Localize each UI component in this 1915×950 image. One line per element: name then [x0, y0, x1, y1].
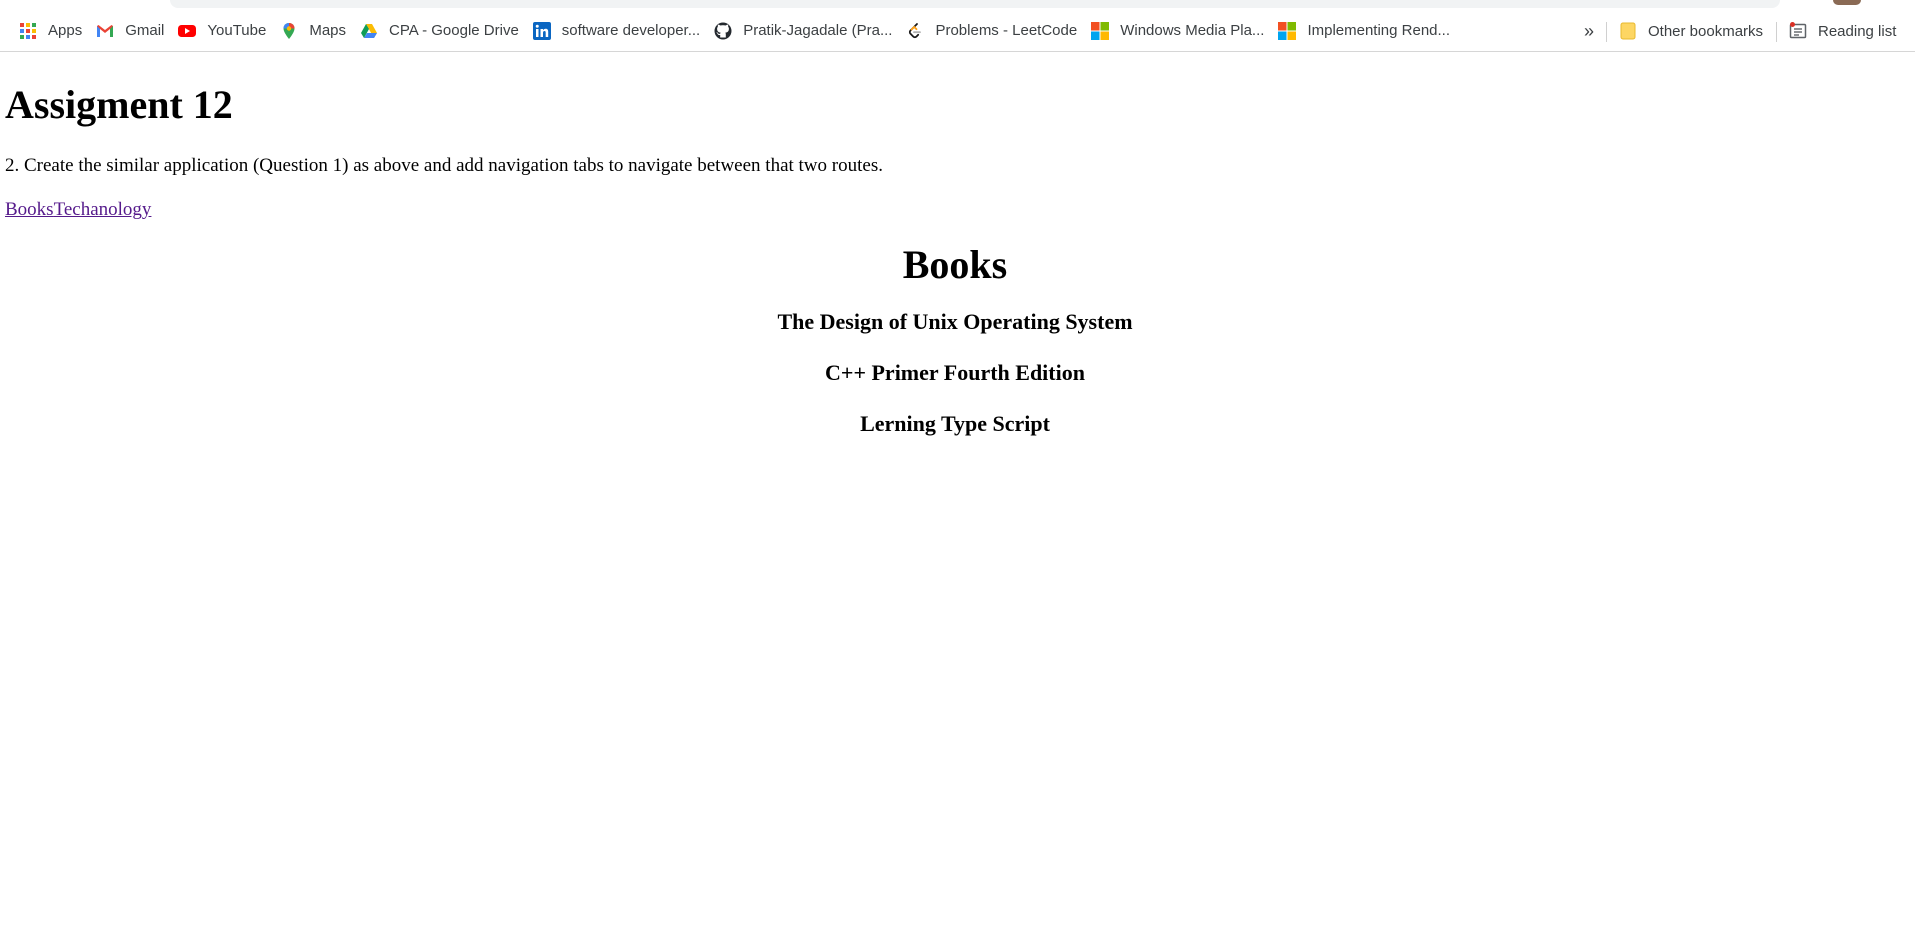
gmail-icon [96, 22, 114, 40]
microsoft-icon [1091, 21, 1110, 40]
bookmarks-overflow-button[interactable]: » [1578, 10, 1600, 52]
bookmark-google-drive[interactable]: CPA - Google Drive [353, 15, 526, 47]
linkedin-icon [532, 21, 551, 40]
bookmark-windows-media-player[interactable]: Windows Media Pla... [1084, 15, 1271, 47]
bookmark-implementing-rend[interactable]: Implementing Rend... [1271, 15, 1457, 47]
github-icon [714, 22, 732, 40]
bookmark-youtube[interactable]: YouTube [171, 15, 273, 47]
bookmark-label: Apps [48, 22, 83, 39]
book-title: The Design of Unix Operating System [777, 309, 1133, 334]
nav-link-books[interactable]: Books [5, 199, 54, 220]
book-title: Lerning Type Script [860, 411, 1050, 436]
bookmark-label: CPA - Google Drive [389, 22, 519, 39]
bookmark-github[interactable]: Pratik-Jagadale (Pra... [707, 15, 899, 47]
question-text: 2. Create the similar application (Quest… [5, 155, 883, 176]
reading-list-button[interactable]: Reading list [1782, 15, 1903, 47]
bookmark-label: Problems - LeetCode [935, 22, 1078, 39]
bookmark-apps[interactable]: Apps [12, 15, 89, 47]
bookmark-gmail[interactable]: Gmail [89, 15, 171, 47]
page-title: Assigment 12 [5, 82, 233, 127]
profile-avatar[interactable] [1833, 0, 1861, 5]
other-bookmarks-label: Other bookmarks [1648, 22, 1764, 40]
bookmark-label: software developer... [561, 22, 701, 39]
bookmarks-divider [1776, 22, 1777, 42]
nav-link-technology[interactable]: Techanology [54, 199, 152, 220]
bookmarks-bar: Apps Gmail YouTube Maps CPA - Google Dri… [0, 10, 1915, 52]
reading-list-label: Reading list [1818, 22, 1897, 40]
address-bar-edge [170, 0, 1780, 8]
bookmark-label: YouTube [207, 22, 267, 39]
bookmark-label: Gmail [125, 22, 165, 39]
folder-icon [1619, 22, 1637, 40]
bookmark-maps[interactable]: Maps [273, 15, 353, 47]
leetcode-icon [906, 22, 924, 40]
bookmark-label: Implementing Rend... [1307, 22, 1451, 39]
books-section: Books The Design of Unix Operating Syste… [0, 242, 1910, 438]
bookmark-label: Windows Media Pla... [1120, 22, 1265, 39]
route-nav: BooksTechanology [5, 198, 151, 222]
bookmark-leetcode[interactable]: Problems - LeetCode [899, 15, 1084, 47]
microsoft-icon [1278, 21, 1297, 40]
book-title: C++ Primer Fourth Edition [825, 360, 1085, 385]
bookmark-label: Maps [309, 22, 347, 39]
books-heading: Books [902, 242, 1008, 287]
google-drive-icon [360, 22, 378, 40]
apps-grid-icon [19, 22, 37, 40]
youtube-icon [178, 22, 197, 40]
maps-pin-icon [280, 22, 298, 40]
bookmark-label: Pratik-Jagadale (Pra... [743, 22, 893, 39]
bookmark-linkedin[interactable]: software developer... [526, 15, 707, 47]
other-bookmarks-button[interactable]: Other bookmarks [1612, 15, 1770, 47]
bookmarks-divider [1606, 22, 1607, 42]
reading-list-icon [1789, 22, 1807, 40]
